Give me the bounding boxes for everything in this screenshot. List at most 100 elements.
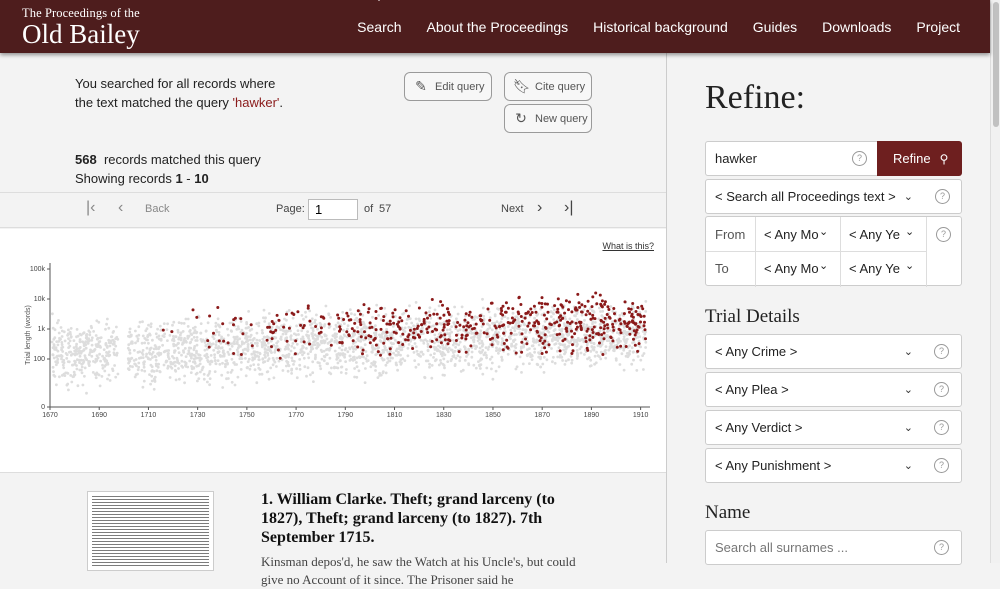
cite-query-button[interactable]: 🔖︎ Cite query — [504, 72, 592, 101]
search-text-field[interactable]: hawker ? — [705, 141, 878, 176]
help-icon[interactable]: ? — [934, 420, 949, 435]
chart-point — [642, 368, 645, 371]
chart-point-match — [613, 312, 616, 316]
refine-button[interactable]: Refine ⚲ — [877, 141, 962, 176]
chart-point-match — [555, 320, 559, 324]
back-link[interactable]: Back — [145, 203, 169, 215]
help-icon[interactable]: ? — [936, 227, 951, 242]
chart-point — [448, 328, 452, 331]
chart-point — [441, 347, 445, 351]
scope-select[interactable]: < Search all Proceedings text > ⌄ — [705, 179, 962, 214]
chart-point-match — [411, 335, 415, 339]
chart-point — [365, 354, 369, 358]
nav-about[interactable]: About the Proceedings — [427, 19, 569, 35]
chart-point-match — [417, 306, 421, 310]
chart-point — [289, 337, 293, 341]
help-icon[interactable]: ? — [852, 151, 867, 166]
new-query-button[interactable]: ↻ New query — [504, 104, 592, 133]
result-title[interactable]: 1. William Clarke. Theft; grand larceny … — [261, 490, 581, 547]
nav-guides[interactable]: Guides — [753, 19, 797, 35]
help-icon[interactable]: ? — [935, 189, 950, 204]
from-month-select[interactable]: < Any Mo — [764, 227, 819, 242]
chart-point-match — [529, 328, 533, 332]
chart-point — [428, 365, 431, 369]
chart-point — [283, 329, 286, 333]
help-icon[interactable]: ? — [934, 382, 949, 397]
last-page-icon[interactable]: ›| — [564, 199, 573, 217]
help-icon[interactable]: ? — [934, 458, 949, 473]
chart-point-match — [537, 334, 541, 338]
chart-point — [186, 365, 190, 369]
page-scrollbar[interactable] — [990, 0, 1000, 563]
verdict-select[interactable]: < Any Verdict > ⌄ ? — [705, 410, 962, 445]
chart-point — [383, 306, 387, 310]
chart-point — [194, 372, 198, 376]
chart-point — [317, 343, 321, 347]
crime-select[interactable]: < Any Crime > ⌄ ? — [705, 334, 962, 369]
chart-point — [305, 347, 308, 350]
chart-point — [258, 372, 262, 376]
nav-search[interactable]: Search — [357, 19, 401, 35]
chart-point — [88, 333, 92, 337]
page-number-input[interactable] — [308, 199, 358, 220]
chart-point — [75, 364, 78, 367]
chart-point-match — [435, 328, 439, 332]
chart-point — [204, 329, 208, 333]
chart-point-match — [519, 315, 523, 318]
first-page-icon[interactable]: |‹ — [86, 199, 95, 217]
chart-point — [217, 330, 221, 334]
chart-point — [333, 349, 337, 353]
chart-point — [370, 350, 374, 354]
chart-point-match — [427, 325, 431, 329]
surname-search-input[interactable]: Search all surnames ... ? — [705, 530, 962, 565]
chart-point — [256, 341, 259, 345]
next-page-icon[interactable]: › — [537, 199, 542, 217]
x-tick-label: 1690 — [91, 412, 107, 419]
next-link[interactable]: Next — [501, 203, 524, 215]
help-icon[interactable]: ? — [934, 344, 949, 359]
chart-point — [338, 346, 341, 350]
site-logo[interactable]: The Proceedings of the Old Bailey — [22, 6, 140, 48]
chart-point — [546, 340, 550, 344]
edit-query-button[interactable]: ✎ Edit query — [404, 72, 492, 101]
nav-historical-background[interactable]: Historical background — [593, 19, 728, 35]
document-thumbnail[interactable] — [87, 491, 214, 571]
chart-point — [188, 330, 192, 333]
chart-point — [252, 363, 256, 366]
plea-select[interactable]: < Any Plea > ⌄ ? — [705, 372, 962, 407]
to-month-select[interactable]: < Any Mo — [764, 261, 819, 276]
scrollbar-thumb[interactable] — [993, 2, 999, 127]
chart-point-match — [478, 314, 482, 318]
nav-downloads[interactable]: Downloads — [822, 19, 891, 35]
chart-point — [496, 341, 499, 344]
x-tick-label: 1770 — [288, 412, 304, 419]
chart-point — [79, 358, 83, 362]
chart-point — [448, 335, 452, 338]
chart-point-match — [455, 333, 458, 337]
chart-point-match — [467, 313, 471, 317]
chart-point — [53, 336, 57, 340]
chart-point — [61, 345, 65, 349]
chart-point — [261, 357, 265, 361]
chart-point — [455, 342, 458, 346]
chart-point — [238, 357, 242, 361]
prev-page-icon[interactable]: ‹ — [118, 199, 123, 217]
chart-point-match — [456, 321, 460, 324]
chart-point — [284, 332, 288, 336]
to-year-select[interactable]: < Any Ye — [849, 261, 900, 276]
chart-point — [590, 325, 593, 329]
chart-point — [335, 353, 339, 357]
what-is-this-link[interactable]: What is this? — [602, 241, 654, 251]
chart-point-match — [368, 321, 372, 325]
from-year-select[interactable]: < Any Ye — [849, 227, 900, 242]
chart-point-match — [590, 328, 594, 332]
punishment-select[interactable]: < Any Punishment > ⌄ ? — [705, 448, 962, 483]
chart-point — [148, 373, 151, 376]
chart-point — [620, 352, 624, 356]
chart-point — [214, 343, 218, 347]
chart-point — [390, 342, 394, 346]
chart-point — [319, 323, 323, 327]
chart-point — [195, 351, 198, 355]
help-icon[interactable]: ? — [934, 540, 949, 555]
nav-project[interactable]: Project — [916, 19, 960, 35]
